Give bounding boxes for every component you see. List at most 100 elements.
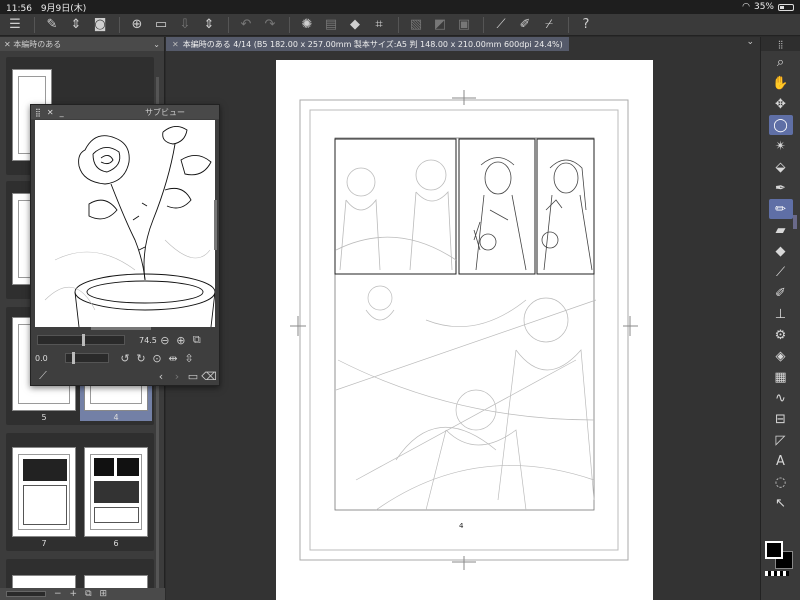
edit-icon[interactable]: ✎ [41,14,63,36]
next-image-icon[interactable]: › [169,370,185,383]
pages-panel-tab[interactable]: ✕ 本編時のある ⌄ [0,37,164,51]
redo-icon[interactable]: ↷ [259,14,281,36]
help-icon[interactable]: ? [575,14,597,36]
subview-zoom-slider[interactable] [37,334,125,346]
toolbar-divider [568,16,569,33]
eyedropper-icon[interactable]: ⟋ [35,369,51,383]
snap-icon[interactable]: ⌿ [538,14,560,36]
gradient-tool-icon[interactable]: ▦ [769,367,793,387]
subview-panel[interactable]: ⣿ ✕ _ サブビュー 74.5 ⊖ ⊕ ⧉ 0.0 ↺ ↻ ⊙ ⇹ ⇳ ⟋ ‹… [30,104,220,386]
slider-thumb[interactable] [72,352,75,364]
trash-icon[interactable]: ⌫ [201,370,217,383]
zoom-out-button[interactable]: − [54,589,62,599]
page-thumbnail-7[interactable] [12,447,76,537]
subview-titlebar[interactable]: ⣿ ✕ _ サブビュー [31,105,219,119]
subview-rotate-slider[interactable] [65,352,109,364]
menu-icon[interactable]: ☰ [4,14,26,36]
eraser-tool-icon[interactable]: ▰ [769,220,793,240]
fill-icon[interactable]: ◆ [344,14,366,36]
slider-thumb[interactable] [82,334,85,346]
previous-image-icon[interactable]: ‹ [153,370,169,383]
loading-icon[interactable]: ✺ [296,14,318,36]
eyedropper-tool-icon[interactable]: ⟋ [769,262,793,282]
thumbnail-size-slider[interactable] [6,591,46,597]
fit-icon[interactable]: ⧉ [189,333,205,347]
frame-tool-icon[interactable]: ⊟ [769,409,793,429]
tool-palette-header: ⣿ [761,37,800,51]
flip-horizontal-icon[interactable]: ⇹ [165,352,181,365]
flip-vertical-icon[interactable]: ⇳ [181,352,197,365]
open-icon[interactable]: ▭ [150,14,172,36]
subview-zoom-value: 74.5 [139,335,157,345]
stepper-icon[interactable]: ⇕ [65,14,87,36]
transparent-color-swatch[interactable] [765,571,789,576]
zoom-in-icon[interactable]: ⊕ [173,334,189,347]
magic-wand-tool-icon[interactable]: ✴ [769,136,793,156]
deselect-icon[interactable]: ▧ [405,14,427,36]
wifi-icon: ◠ [742,2,750,12]
subview-bottom-row: ⟋ ‹ › ▭ ⌫ [35,368,217,384]
chevron-down-icon[interactable]: ⌄ [746,37,754,47]
balloon-tool-icon[interactable]: ◌ [769,472,793,492]
grip-icon[interactable]: ⣿ [778,40,784,49]
hand-tool-icon[interactable]: ✋ [769,73,793,93]
zoom-out-icon[interactable]: ⊖ [157,334,173,347]
document-tab[interactable]: ✕ 本編時のある 4/14 (B5 182.00 x 257.00mm 製本サイ… [166,37,569,51]
battery-percent: 35% [753,2,774,12]
curve-tool-icon[interactable]: ∿ [769,388,793,408]
tool-palette-sidebar [791,55,799,585]
text-tool-icon[interactable]: A [769,451,793,471]
page-settings-icon[interactable]: ⧉ [85,589,91,599]
rotate-left-icon[interactable]: ↺ [117,352,133,365]
new-icon[interactable]: ⊕ [126,14,148,36]
pen-icon[interactable]: ✐ [514,14,536,36]
move-tool-icon[interactable]: ✥ [769,94,793,114]
lasso-selection-tool-icon[interactable]: ◯ [768,115,793,135]
save-icon[interactable]: ⇩ [174,14,196,36]
ruler-icon[interactable]: ⟋ [490,14,512,36]
blend-tool-icon[interactable]: ◈ [769,346,793,366]
pencil-tool-icon[interactable]: ✏ [768,199,793,219]
correct-line-tool-icon[interactable]: ↖ [769,493,793,513]
page-add-icon[interactable]: ⊞ [100,589,108,599]
stamp-tool-icon[interactable]: ⊥ [769,304,793,324]
main-color-swatch[interactable] [765,541,783,559]
minimize-icon[interactable]: _ [60,108,64,117]
chevron-down-icon[interactable]: ⌄ [153,40,160,49]
clear-icon[interactable]: ▤ [320,14,342,36]
open-folder-icon[interactable]: ▭ [185,370,201,383]
pen-tool-icon[interactable]: ✒ [769,178,793,198]
reset-rotation-icon[interactable]: ⊙ [149,352,165,365]
page-artwork [290,90,638,570]
transform-icon[interactable]: ⌗ [368,14,390,36]
stepper2-icon[interactable]: ⇕ [198,14,220,36]
layer-icon[interactable]: ◙ [89,14,111,36]
zoom-in-button[interactable]: + [70,589,78,599]
ruler-tool-icon[interactable]: ◸ [769,430,793,450]
canvas-area[interactable]: 4 [166,51,760,600]
status-time: 11:56 [6,3,32,14]
object-select-tool-icon[interactable]: ⬙ [769,157,793,177]
subview-hscrollbar[interactable] [91,327,151,330]
color-well[interactable] [765,541,793,569]
subview-vscrollbar[interactable] [214,200,217,250]
settings-tool-icon[interactable]: ⚙ [769,325,793,345]
sub-tool-indicator[interactable] [793,215,797,229]
marker-tool-icon[interactable]: ✐ [769,283,793,303]
grip-icon[interactable]: ⣿ [35,108,41,117]
close-icon[interactable]: ✕ [47,108,54,117]
zoom-tool-icon[interactable]: ⌕ [769,52,793,72]
select-icon[interactable]: ▣ [453,14,475,36]
close-icon[interactable]: ✕ [172,40,179,49]
rotate-right-icon[interactable]: ↻ [133,352,149,365]
close-icon[interactable]: ✕ [4,40,13,49]
fill-tool-icon[interactable]: ◆ [769,241,793,261]
page-label-5: 5 [41,413,47,422]
manga-page-canvas[interactable]: 4 [276,60,653,600]
subview-reference-image[interactable] [35,120,215,327]
invert-icon[interactable]: ◩ [429,14,451,36]
page-thumbnail-6[interactable] [84,447,148,537]
pages-panel-title: 本編時のある [13,39,62,49]
ios-status-bar: 11:56 9月9日(木) ◠ 35% [0,0,800,14]
undo-icon[interactable]: ↶ [235,14,257,36]
